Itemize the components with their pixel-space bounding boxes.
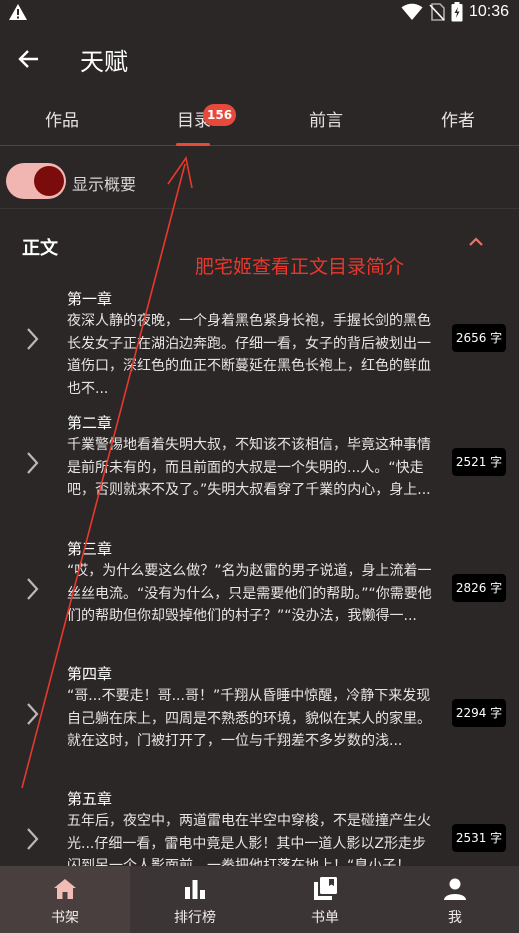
chevron-right-icon: [27, 828, 39, 850]
chevron-right-icon: [27, 703, 39, 725]
nav-label: 书单: [311, 910, 339, 926]
wifi-icon: [401, 3, 423, 20]
chapter-summary: “哥...不要走！哥...哥！”千翔从昏睡中惊醒，冷静下来发现自己躺在床上，四周…: [67, 688, 431, 749]
chapter-list[interactable]: 第一章 夜深人静的夜晚，一个身着黑色紧身长袍，手握长剑的黑色长发女子正在湖泊边奔…: [0, 282, 519, 866]
nav-me[interactable]: 我: [390, 866, 519, 933]
chapter-count-badge: 156: [203, 104, 237, 126]
word-count-badge: 2531 字: [452, 824, 506, 852]
tab-bar: 作品 目录 前言 作者: [0, 92, 519, 146]
status-time: 10:36: [468, 3, 509, 20]
chapter-summary: 夜深人静的夜晚，一个身着黑色紧身长袍，手握长剑的黑色长发女子正在湖泊边奔跑。仔细…: [67, 313, 431, 397]
chapter-item[interactable]: 第四章 “哥...不要走！哥...哥！”千翔从昏睡中惊醒，冷静下来发现自己躺在床…: [0, 657, 519, 781]
summary-toggle-label: 显示概要: [72, 175, 137, 194]
chapter-summary: “哎，为什么要这么做？”名为赵雷的男子说道，身上流着一丝丝电流。“没有为什么，只…: [67, 563, 432, 624]
book-list-icon: [314, 877, 337, 900]
chapter-title: 第五章: [67, 790, 113, 808]
chevron-right-icon: [27, 328, 39, 350]
chapter-item[interactable]: 第三章 “哎，为什么要这么做？”名为赵雷的男子说道，身上流着一丝丝电流。“没有为…: [0, 532, 519, 656]
word-count-badge: 2294 字: [452, 699, 506, 727]
app-bar: 天赋: [0, 26, 519, 92]
back-arrow-icon[interactable]: [14, 44, 44, 74]
summary-toggle-switch[interactable]: [6, 163, 66, 199]
nav-label: 我: [448, 910, 462, 926]
annotation-text: 肥宅姬查看正文目录简介: [195, 256, 405, 278]
chapter-item[interactable]: 第一章 夜深人静的夜晚，一个身着黑色紧身长袍，手握长剑的黑色长发女子正在湖泊边奔…: [0, 282, 519, 406]
tab-preface[interactable]: 前言: [286, 106, 366, 131]
chapter-item[interactable]: 第五章 五年后，夜空中，两道雷电在半空中穿梭，不是碰撞产生火光...仔细一看，雷…: [0, 782, 519, 866]
nav-booklist[interactable]: 书单: [260, 866, 390, 933]
chevron-up-icon[interactable]: [466, 234, 486, 250]
tab-indicator: [176, 143, 210, 146]
bottom-nav: 书架 排行榜 书单 我: [0, 866, 519, 933]
toggle-knob: [34, 166, 64, 196]
person-icon: [444, 878, 466, 900]
nav-label: 书架: [51, 910, 79, 926]
bar-chart-icon: [185, 880, 205, 899]
chapter-title: 第三章: [67, 540, 113, 558]
word-count-badge: 2826 字: [452, 574, 506, 602]
chapter-title: 第二章: [67, 414, 113, 432]
home-icon: [54, 879, 76, 899]
no-sim-icon: [429, 3, 445, 21]
chapter-summary: 五年后，夜空中，两道雷电在半空中穿梭，不是碰撞产生火光...仔细一看，雷电中竟是…: [67, 813, 431, 866]
chevron-right-icon: [27, 452, 39, 474]
section-title: 正文: [22, 238, 58, 259]
chapter-title: 第一章: [67, 290, 113, 308]
tab-author[interactable]: 作者: [418, 106, 498, 131]
nav-label: 排行榜: [174, 910, 216, 926]
nav-ranking[interactable]: 排行榜: [130, 866, 260, 933]
tab-works[interactable]: 作品: [22, 106, 102, 131]
chapter-summary: 千業警惕地看着失明大叔，不知该不该相信，毕竟这种事情是前所未有的，而且前面的大叔…: [67, 437, 431, 498]
chevron-right-icon: [27, 578, 39, 600]
status-bar: 10:36: [0, 0, 519, 26]
word-count-badge: 2656 字: [452, 324, 506, 352]
warning-icon: [9, 4, 27, 20]
chapter-title: 第四章: [67, 665, 113, 683]
summary-toggle-row: 显示概要: [0, 147, 519, 209]
battery-charging-icon: [451, 2, 463, 22]
chapter-item[interactable]: 第二章 千業警惕地看着失明大叔，不知该不该相信，毕竟这种事情是前所未有的，而且前…: [0, 406, 519, 530]
page-title: 天赋: [80, 48, 128, 76]
word-count-badge: 2521 字: [452, 448, 506, 476]
nav-bookshelf[interactable]: 书架: [0, 866, 130, 933]
